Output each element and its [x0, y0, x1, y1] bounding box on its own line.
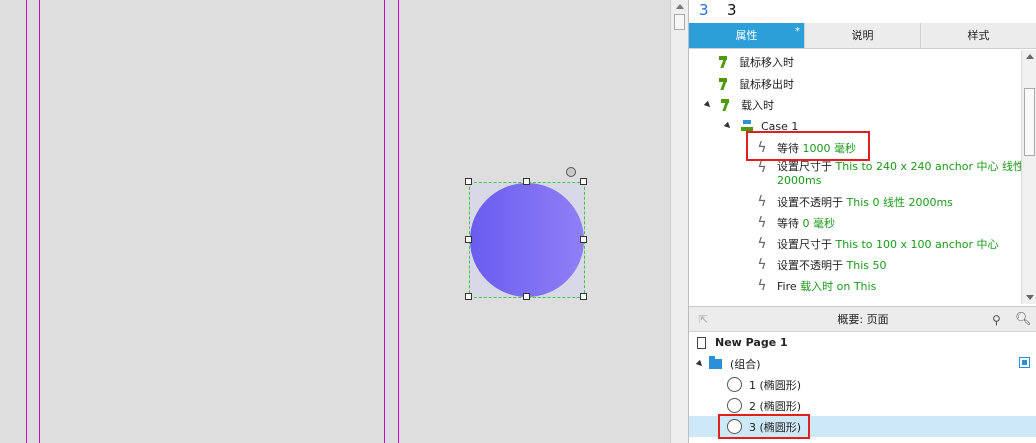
outline-title: 概要: 页面	[837, 313, 889, 326]
tab-notes[interactable]: 说明	[805, 23, 921, 48]
event-label: 鼠标移入时	[739, 56, 794, 69]
tree-item-row[interactable]: 2 (椭圆形)	[689, 395, 1036, 416]
resize-handle-n[interactable]	[523, 178, 530, 185]
event-label: 载入时	[741, 99, 774, 112]
tab-label: 说明	[851, 29, 874, 42]
inspector-tabs: 属性 * 说明 样式	[689, 23, 1036, 49]
event-page-load[interactable]: 载入时	[703, 95, 774, 115]
action-name: 设置尺寸于	[777, 238, 832, 251]
event-label: 鼠标移出时	[739, 78, 794, 91]
action-row[interactable]: ϟ 设置尺寸于 This to 100 x 100 anchor 中心	[755, 234, 999, 254]
visibility-toggle-icon[interactable]	[1019, 357, 1030, 368]
action-name: Fire	[777, 279, 797, 293]
action-name: 设置不透明于	[777, 259, 843, 272]
event-flag-icon	[719, 78, 731, 90]
search-icon[interactable]: 🔍︎	[1015, 312, 1032, 327]
scroll-up-icon[interactable]	[1026, 54, 1034, 59]
tree-page-row[interactable]: New Page 1	[689, 332, 1036, 353]
selected-ellipse-shape[interactable]	[465, 178, 587, 300]
group-label: (组合)	[730, 357, 761, 371]
tree-group-row[interactable]: (组合)	[689, 353, 1036, 374]
event-mouse-enter[interactable]: 鼠标移入时	[719, 52, 794, 72]
action-row[interactable]: ϟ 设置不透明于 This 50	[755, 255, 886, 275]
outline-header: ⇱ 概要: 页面 ⚲ 🔍︎	[689, 306, 1036, 332]
item-label: 2 (椭圆形)	[749, 399, 802, 413]
lightning-icon: ϟ	[757, 236, 767, 252]
event-mouse-leave[interactable]: 鼠标移出时	[719, 74, 794, 94]
rotation-handle[interactable]	[566, 167, 576, 177]
expand-triangle-icon[interactable]	[695, 359, 705, 368]
action-row[interactable]: ϟ Fire 载入时 on This	[755, 276, 876, 296]
page-label: New Page 1	[715, 336, 788, 349]
lightning-icon: ϟ	[757, 257, 767, 273]
event-flag-icon	[721, 99, 733, 111]
ellipse-icon	[727, 398, 742, 413]
widget-name[interactable]: 3	[727, 1, 737, 19]
highlight-box	[746, 131, 870, 161]
ellipse-icon	[727, 377, 742, 392]
tree-item-row[interactable]: 1 (椭圆形)	[689, 374, 1036, 395]
guide-line[interactable]	[384, 0, 385, 443]
inspector-panel: 3 3 属性 * 说明 样式 鼠标移入时 鼠标移出时 载入时 Case 1 ϟ …	[688, 0, 1036, 443]
action-row[interactable]: ϟ 设置尺寸于 This to 240 x 240 anchor 中心 线性 2…	[755, 160, 1024, 194]
outline-tree: New Page 1 (组合) 1 (椭圆形) 2 (椭圆形) 3 (椭圆形)	[689, 332, 1036, 443]
modified-marker: *	[795, 26, 800, 37]
action-row[interactable]: ϟ 设置不透明于 This 0 线性 2000ms	[755, 192, 953, 212]
scroll-up-icon[interactable]	[676, 4, 684, 9]
folder-icon	[709, 355, 722, 369]
filter-icon[interactable]: ⚲	[992, 313, 1001, 327]
resize-handle-s[interactable]	[523, 293, 530, 300]
highlight-box	[718, 414, 810, 439]
canvas-scrollbar[interactable]	[670, 0, 688, 443]
item-label: 1 (椭圆形)	[749, 378, 802, 392]
guide-line[interactable]	[26, 0, 27, 443]
tab-properties[interactable]: 属性 *	[689, 23, 805, 48]
action-detail: This 0 线性 2000ms	[846, 196, 953, 209]
event-flag-icon	[719, 56, 731, 68]
action-detail: 0 毫秒	[802, 217, 836, 230]
action-row[interactable]: ϟ 等待 0 毫秒	[755, 213, 835, 233]
resize-handle-e[interactable]	[580, 236, 587, 243]
resize-handle-se[interactable]	[580, 293, 587, 300]
lightning-icon: ϟ	[757, 215, 767, 231]
widget-number: 3	[699, 1, 709, 19]
expand-triangle-icon[interactable]	[723, 121, 733, 131]
page-icon	[697, 336, 706, 349]
guide-line[interactable]	[398, 0, 399, 443]
interactions-scrollbar[interactable]	[1021, 50, 1036, 304]
widget-title-bar: 3 3	[689, 0, 1036, 23]
scroll-thumb[interactable]	[1024, 88, 1035, 156]
tab-label: 样式	[967, 29, 990, 42]
ellipse-fill[interactable]	[470, 183, 584, 297]
resize-handle-nw[interactable]	[465, 178, 472, 185]
action-name: 设置不透明于	[777, 196, 843, 209]
scroll-thumb[interactable]	[674, 14, 685, 30]
action-name: 等待	[777, 217, 799, 230]
design-canvas[interactable]	[0, 0, 670, 443]
interactions-list: 鼠标移入时 鼠标移出时 载入时 Case 1 ϟ 等待 1000 毫秒 ϟ 设置…	[689, 50, 1024, 304]
resize-handle-sw[interactable]	[465, 293, 472, 300]
lightning-icon: ϟ	[757, 194, 767, 210]
action-detail: This 50	[846, 258, 887, 272]
lightning-icon: ϟ	[757, 278, 767, 294]
resize-handle-w[interactable]	[465, 236, 472, 243]
tab-style[interactable]: 样式	[921, 23, 1036, 48]
action-detail: This to 240 x 240 anchor 中心 线性	[835, 160, 1024, 173]
action-detail: 载入时 on This	[800, 280, 877, 293]
action-detail: 2000ms	[777, 174, 822, 187]
lightning-icon: ϟ	[757, 160, 767, 176]
guide-line[interactable]	[39, 0, 40, 443]
scroll-down-icon[interactable]	[1026, 295, 1034, 300]
resize-handle-ne[interactable]	[580, 178, 587, 185]
action-name: 设置尺寸于	[777, 160, 832, 173]
expand-triangle-icon[interactable]	[703, 100, 713, 110]
tab-label: 属性	[735, 29, 758, 42]
action-detail: This to 100 x 100 anchor 中心	[835, 238, 999, 251]
